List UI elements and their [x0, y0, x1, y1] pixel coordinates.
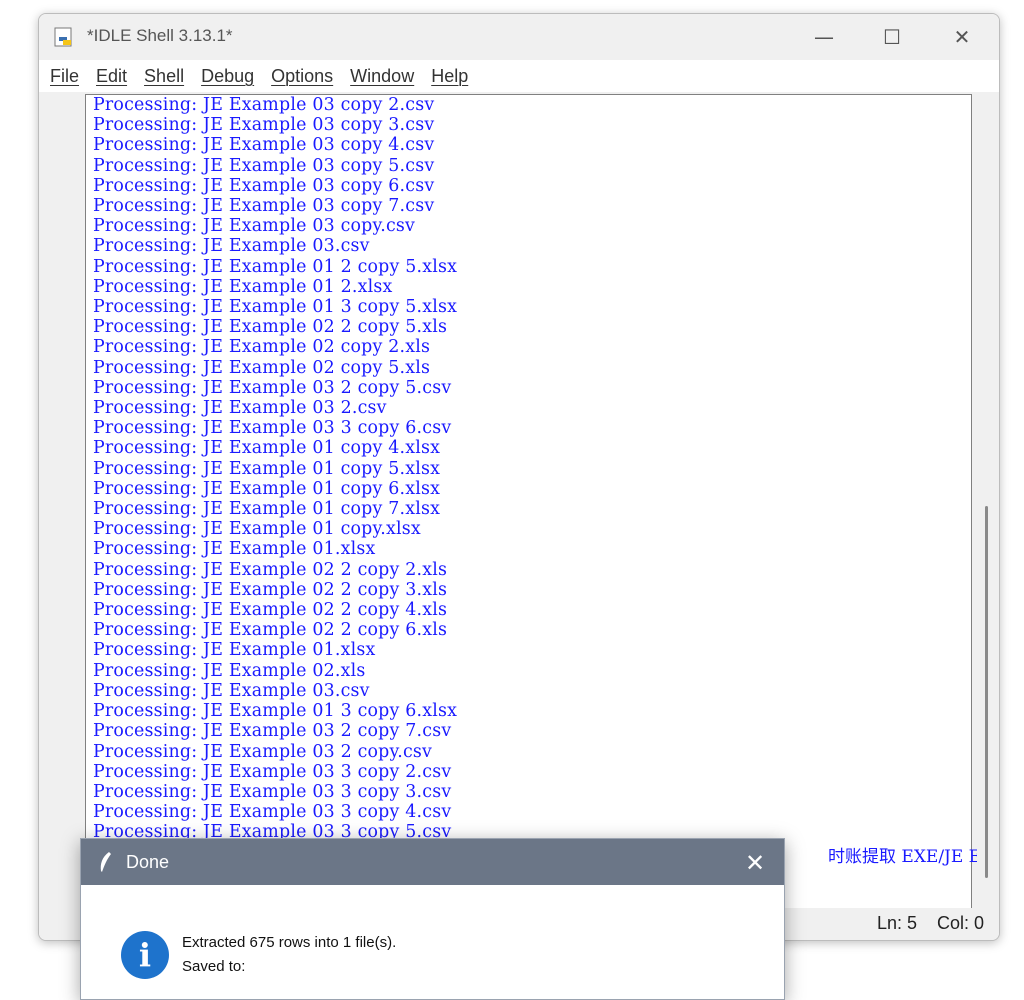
menu-file[interactable]: File [50, 66, 79, 87]
shell-output-area[interactable]: Processing: JE Example 03 copy 2.csv Proc… [85, 94, 981, 910]
output-line: Processing: JE Example 01 copy 7.xlsx [93, 499, 441, 520]
output-line-partial: 时账提取 EXE/JE E [828, 847, 982, 867]
output-line: Processing: JE Example 03 copy 4.csv [93, 135, 435, 156]
output-line: Processing: JE Example 01 copy 5.xlsx [93, 458, 441, 479]
output-line: Processing: JE Example 03.csv [93, 680, 370, 701]
menu-help[interactable]: Help [431, 66, 468, 87]
close-button[interactable]: ✕ [927, 14, 997, 60]
dialog-close-button[interactable]: ✕ [745, 849, 765, 878]
output-line: Processing: JE Example 03 3 copy 3.csv [93, 781, 452, 802]
column-number-status: Col: 0 [937, 913, 985, 933]
window-title: *IDLE Shell 3.13.1* [87, 26, 233, 45]
minimize-button[interactable]: — [789, 14, 859, 60]
output-line: Processing: JE Example 03 3 copy 4.csv [93, 802, 452, 823]
output-line: Processing: JE Example 01 copy 4.xlsx [93, 438, 441, 459]
output-line: Processing: JE Example 03 2 copy.csv [93, 741, 433, 762]
output-line: Processing: JE Example 02 2 copy 2.xls [93, 559, 448, 580]
output-line: Processing: JE Example 02 2 copy 4.xls [93, 600, 448, 621]
output-line: Processing: JE Example 03 copy 7.csv [93, 196, 435, 217]
output-line: Processing: JE Example 02 2 copy 5.xls [93, 317, 448, 338]
output-line: Processing: JE Example 02 2 copy 3.xls [93, 579, 448, 600]
menu-bar: File Edit Shell Debug Options Window Hel… [39, 60, 999, 92]
output-line: Processing: JE Example 01.xlsx [93, 640, 376, 661]
output-line: Processing: JE Example 03 3 copy 2.csv [93, 761, 452, 782]
output-line: Processing: JE Example 03.csv [93, 236, 370, 257]
done-dialog: Done ✕ i Extracted 675 rows into 1 file(… [80, 838, 785, 1000]
dialog-title: Done [126, 852, 170, 872]
output-line: Processing: JE Example 03 2 copy 5.csv [93, 377, 452, 398]
dialog-title-bar[interactable]: Done ✕ [81, 839, 784, 885]
title-bar[interactable]: *IDLE Shell 3.13.1* — ☐ ✕ [39, 14, 999, 60]
menu-edit[interactable]: Edit [96, 66, 127, 87]
menu-window[interactable]: Window [350, 66, 414, 87]
feather-icon [100, 852, 111, 872]
line-number-status: Ln: 5 [877, 913, 918, 933]
shell-sidebar [39, 94, 85, 908]
output-line: Processing: JE Example 03 copy 2.csv [93, 95, 435, 115]
output-line: Processing: JE Example 01 3 copy 5.xlsx [93, 297, 458, 318]
output-line: Processing: JE Example 03 3 copy 6.csv [93, 418, 452, 439]
output-line: Processing: JE Example 01 3 copy 6.xlsx [93, 701, 458, 722]
python-idle-icon [54, 27, 72, 47]
output-line: Processing: JE Example 03 copy 6.csv [93, 175, 435, 196]
output-line: Processing: JE Example 01 2.xlsx [93, 276, 393, 297]
output-lines: Processing: JE Example 03 copy 2.csv Proc… [93, 95, 457, 843]
output-line: Processing: JE Example 01 copy.xlsx [93, 519, 421, 540]
output-line: Processing: JE Example 03 copy 3.csv [93, 115, 435, 136]
dialog-message-line2: Saved to: [182, 958, 246, 975]
info-icon: i [121, 931, 169, 979]
output-line: Processing: JE Example 02 copy 5.xls [93, 357, 431, 378]
idle-shell-window: *IDLE Shell 3.13.1* — ☐ ✕ File Edit Shel… [38, 13, 1000, 941]
dialog-message-line1: Extracted 675 rows into 1 file(s). [182, 934, 397, 951]
menu-options[interactable]: Options [271, 66, 333, 87]
output-line: Processing: JE Example 02 copy 2.xls [93, 337, 431, 358]
output-line: Processing: JE Example 01 copy 6.xlsx [93, 478, 441, 499]
output-line: Processing: JE Example 03 copy.csv [93, 216, 416, 237]
output-line: Processing: JE Example 02 2 copy 6.xls [93, 620, 448, 641]
vertical-scrollbar[interactable] [977, 94, 997, 908]
output-line: Processing: JE Example 02.xls [93, 660, 366, 681]
menu-shell[interactable]: Shell [144, 66, 184, 87]
output-line: Processing: JE Example 03 2 copy 7.csv [93, 721, 452, 742]
maximize-button[interactable]: ☐ [857, 14, 927, 60]
scrollbar-thumb[interactable] [985, 506, 988, 878]
output-line: Processing: JE Example 01 2 copy 5.xlsx [93, 256, 458, 277]
output-line: Processing: JE Example 03 copy 5.csv [93, 155, 435, 176]
output-line: Processing: JE Example 01.xlsx [93, 539, 376, 560]
menu-debug[interactable]: Debug [201, 66, 254, 87]
output-line: Processing: JE Example 03 2.csv [93, 398, 387, 419]
